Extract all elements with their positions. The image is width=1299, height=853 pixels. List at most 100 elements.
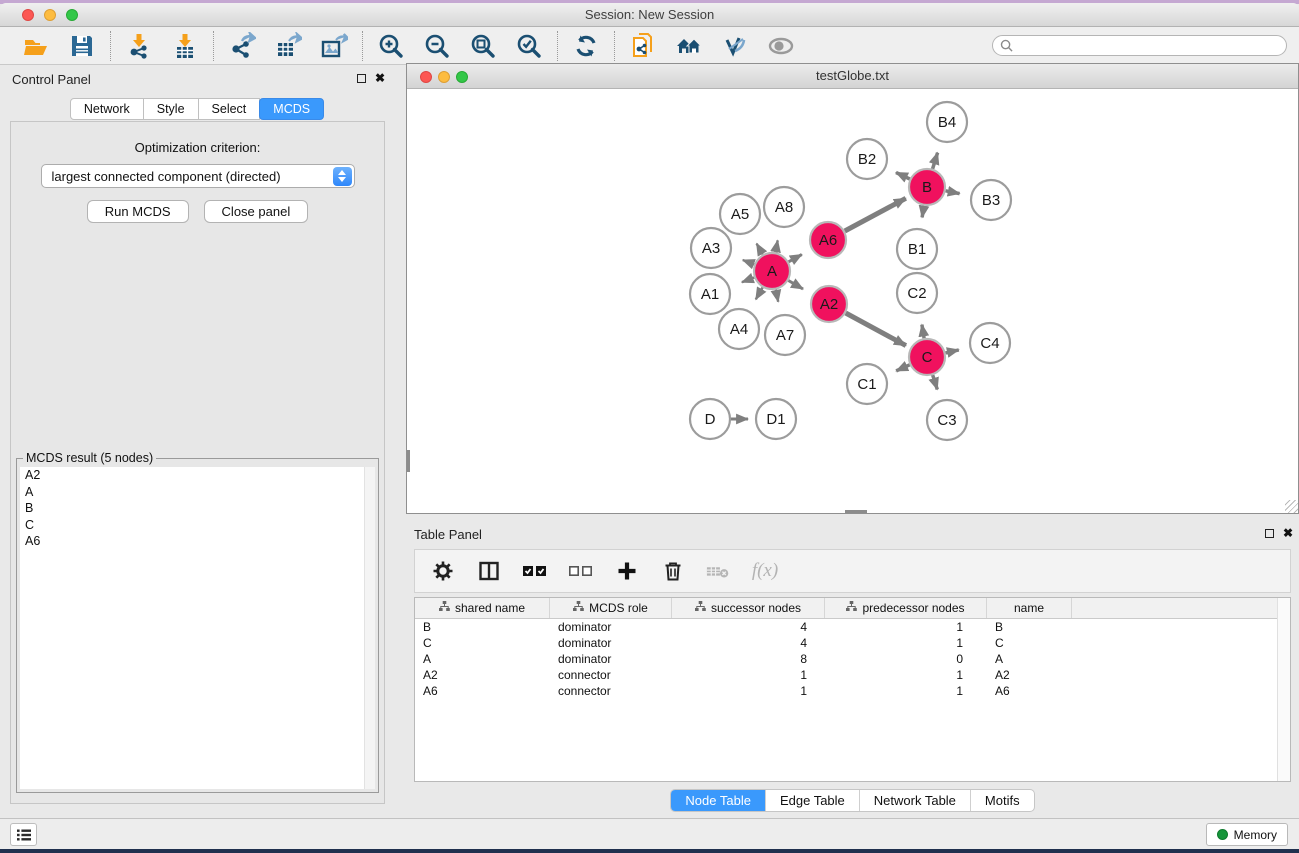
open-session-icon[interactable] [21,31,51,61]
refresh-icon[interactable] [571,31,601,61]
new-network-from-selection-icon[interactable] [628,31,658,61]
graph-edge-C-C4[interactable] [946,350,959,353]
table-cell[interactable]: dominator [550,635,672,651]
graph-edge-A-A5[interactable] [757,244,763,255]
mcds-result-list[interactable]: A2ABCA6 [20,467,375,789]
table-cell[interactable]: 1 [672,667,825,683]
result-item[interactable]: B [20,500,375,517]
result-list-scrollbar[interactable] [364,467,375,789]
add-row-icon[interactable] [614,558,640,584]
float-table-panel-icon[interactable] [1265,529,1274,538]
column-header-shared-name[interactable]: shared name [415,598,550,618]
table-cell[interactable]: dominator [550,651,672,667]
create-column-icon[interactable] [476,558,502,584]
table-cell[interactable]: A6 [987,683,1072,699]
export-network-icon[interactable] [227,31,257,61]
table-cell[interactable]: 1 [825,683,987,699]
result-item[interactable]: A [20,484,375,501]
export-table-icon[interactable] [273,31,303,61]
graph-edge-B-B1[interactable] [922,206,924,218]
table-cell[interactable]: A2 [415,667,550,683]
table-cell[interactable]: A [987,651,1072,667]
tab-motifs[interactable]: Motifs [971,790,1034,811]
column-header-predecessor-nodes[interactable]: predecessor nodes [825,598,987,618]
graph-edge-A-A8[interactable] [776,240,778,252]
table-row[interactable]: A2connector11A2 [415,667,1290,683]
table-cell[interactable]: connector [550,667,672,683]
network-minimize-button[interactable] [438,71,450,83]
table-row[interactable]: Bdominator41B [415,619,1290,635]
result-item[interactable]: A6 [20,533,375,550]
column-header-successor-nodes[interactable]: successor nodes [672,598,825,618]
close-table-panel-icon[interactable]: ✖ [1283,528,1293,538]
reset-view-icon[interactable] [674,31,704,61]
resize-grip-icon[interactable] [1285,500,1298,513]
table-cell[interactable]: 1 [825,667,987,683]
minimize-window-button[interactable] [44,9,56,21]
save-session-icon[interactable] [67,31,97,61]
tab-edge-table[interactable]: Edge Table [766,790,860,811]
tab-network[interactable]: Network [70,98,144,120]
graph-edge-A-A4[interactable] [756,288,763,300]
graph-edge-B-B2[interactable] [896,173,910,180]
table-cell[interactable]: 1 [825,635,987,651]
table-cell[interactable]: C [987,635,1072,651]
tab-style[interactable]: Style [143,98,199,120]
optimization-criterion-dropdown[interactable]: largest connected component (directed) [41,164,355,188]
import-network-icon[interactable] [124,31,154,61]
show-hide-view-icon[interactable] [766,31,796,61]
tab-network-table[interactable]: Network Table [860,790,971,811]
import-table-icon[interactable] [170,31,200,61]
graph-edge-C-C1[interactable] [896,365,910,371]
table-cell[interactable]: dominator [550,619,672,635]
export-image-icon[interactable] [319,31,349,61]
column-settings-icon[interactable] [430,558,456,584]
graph-edge-B-B3[interactable] [946,191,960,194]
task-history-button[interactable] [10,823,37,846]
close-panel-icon[interactable]: ✖ [375,73,385,83]
table-cell[interactable]: A6 [415,683,550,699]
function-builder-icon[interactable]: f(x) [752,558,778,584]
run-mcds-button[interactable]: Run MCDS [87,200,189,223]
network-canvas[interactable]: AA1A2A3A4A5A6A7A8BB1B2B3B4CC1C2C3C4DD1 [407,90,1298,513]
close-window-button[interactable] [22,9,34,21]
graph-edge-B-B4[interactable] [933,153,938,169]
deselect-all-icon[interactable] [568,558,594,584]
result-item[interactable]: C [20,517,375,534]
graph-edge-A-A7[interactable] [776,290,778,302]
graph-edge-C-C3[interactable] [933,375,938,389]
tab-mcds[interactable]: MCDS [259,98,324,120]
table-cell[interactable]: 1 [825,619,987,635]
column-header-name[interactable]: name [987,598,1072,618]
table-row[interactable]: A6connector11A6 [415,683,1290,699]
delete-rows-icon[interactable] [660,558,686,584]
table-cell[interactable]: A [415,651,550,667]
network-graph[interactable]: AA1A2A3A4A5A6A7A8BB1B2B3B4CC1C2C3C4DD1 [407,90,1298,514]
network-window-titlebar[interactable]: testGlobe.txt [407,64,1298,89]
table-cell[interactable]: 0 [825,651,987,667]
network-zoom-button[interactable] [456,71,468,83]
search-field[interactable] [992,35,1287,56]
horizontal-scrollbar-thumb[interactable] [845,510,867,513]
network-close-button[interactable] [420,71,432,83]
search-input[interactable] [1013,39,1286,53]
table-cell[interactable]: 4 [672,619,825,635]
table-cell[interactable]: 4 [672,635,825,651]
table-cell[interactable]: B [987,619,1072,635]
float-panel-icon[interactable] [357,74,366,83]
toggle-graphics-details-icon[interactable] [720,31,750,61]
graph-edge-A-A2[interactable] [788,281,803,290]
zoom-fit-icon[interactable] [468,31,498,61]
graph-edge-A6-B[interactable] [845,198,906,231]
table-cell[interactable]: A2 [987,667,1072,683]
result-item[interactable]: A2 [20,467,375,484]
table-cell[interactable]: C [415,635,550,651]
vertical-scrollbar-thumb[interactable] [407,450,410,472]
graph-edge-C-C2[interactable] [922,325,924,339]
close-panel-button[interactable]: Close panel [204,200,309,223]
table-row[interactable]: Cdominator41C [415,635,1290,651]
table-row[interactable]: Adominator80A [415,651,1290,667]
table-cell[interactable]: 8 [672,651,825,667]
zoom-window-button[interactable] [66,9,78,21]
select-all-icon[interactable] [522,558,548,584]
